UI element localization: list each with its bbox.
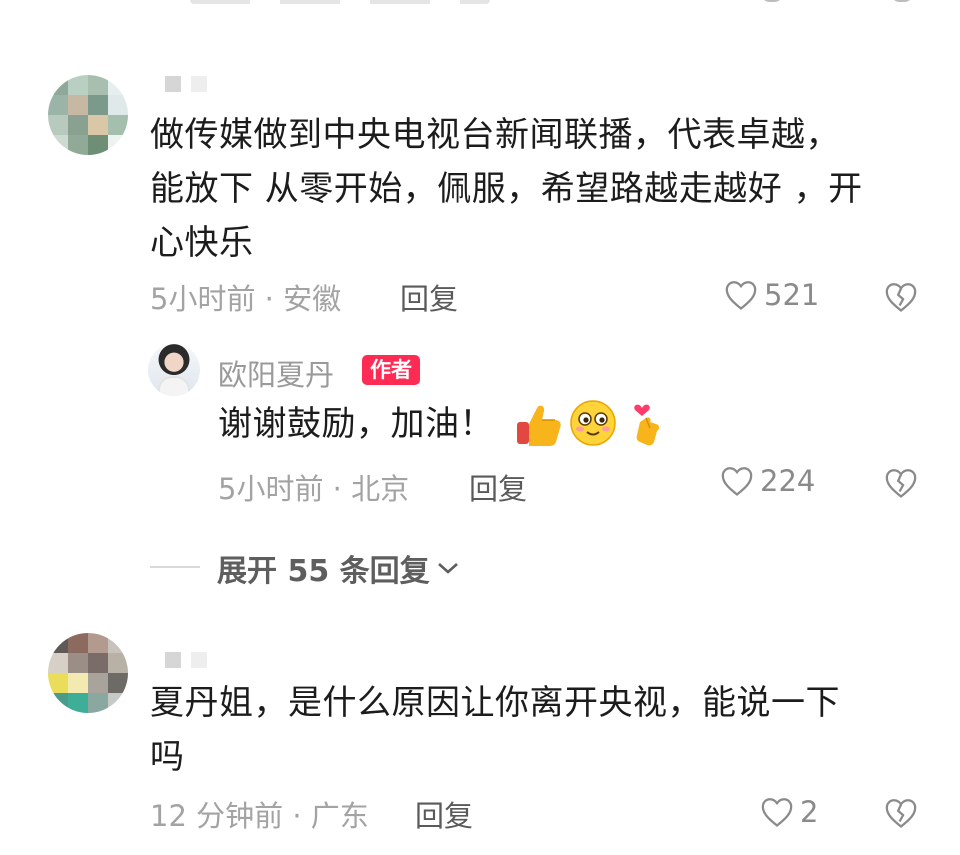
like-count: 521 [764,278,820,312]
heart-icon [725,281,757,310]
like-button[interactable]: 2 [760,795,818,829]
avatar[interactable] [48,75,128,155]
comment-meta: 5小时前 · 安徽 [150,282,342,316]
dislike-icon[interactable] [884,467,918,499]
dislike-icon[interactable] [884,281,918,313]
dislike-icon[interactable] [890,0,914,2]
heart-icon [721,467,753,496]
reply-meta: 5小时前 · 北京 [218,472,410,506]
chevron-down-icon [437,563,458,574]
expand-divider [150,566,200,568]
author-badge: 作者 [362,355,420,385]
avatar[interactable] [48,633,128,713]
clipped-text [190,0,490,4]
author-avatar[interactable] [148,344,200,396]
previous-comment-remnant [150,0,914,8]
username[interactable] [165,650,207,670]
like-button[interactable]: 224 [720,464,815,498]
heart-icon [761,798,793,827]
reply-button[interactable]: 回复 [415,793,473,835]
like-count: 224 [760,464,816,498]
thumbs-up-icon [517,405,561,446]
like-count: 2 [800,795,819,829]
finger-heart-icon [634,404,660,446]
blushing-face-icon [570,400,616,446]
expand-replies-button[interactable]: 展开 55 条回复 [217,546,460,590]
dislike-icon[interactable] [884,797,918,829]
comment-text: 夏丹姐，是什么原因让你离开央视，能说一下 吗 [150,683,840,777]
author-name[interactable]: 欧阳夏丹 [218,352,334,394]
expand-replies-label: 展开 55 条回复 [217,554,430,589]
like-icon[interactable] [760,0,784,2]
like-button[interactable]: 521 [724,278,819,312]
comment-meta: 12 分钟前 · 广东 [150,799,369,833]
username[interactable] [165,74,207,94]
reply-text: 谢谢鼓励，加油！ [218,404,494,444]
comment-text: 做传媒做到中央电视台新闻联播，代表卓越， 能放下 从零开始，佩服，希望路越走越好… [150,115,863,263]
reply-button[interactable]: 回复 [469,466,527,508]
reply-button[interactable]: 回复 [400,276,458,318]
